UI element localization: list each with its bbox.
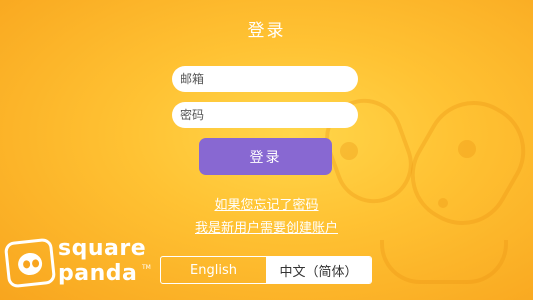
email-field[interactable] bbox=[172, 66, 358, 92]
language-switch: English 中文（简体） bbox=[160, 256, 372, 284]
square-panda-logo: square panda TM bbox=[3, 236, 158, 292]
logo-line-2: panda bbox=[58, 261, 138, 286]
language-option-english[interactable]: English bbox=[161, 257, 266, 283]
password-field[interactable] bbox=[172, 102, 358, 128]
trademark-mark: TM bbox=[142, 264, 151, 271]
decorative-dot bbox=[458, 140, 476, 158]
decorative-dot bbox=[340, 142, 358, 160]
forgot-password-link[interactable]: 如果您忘记了密码 bbox=[0, 194, 533, 213]
language-option-chinese[interactable]: 中文（简体） bbox=[266, 257, 371, 283]
panda-icon bbox=[3, 237, 57, 289]
page-title: 登录 bbox=[247, 21, 286, 41]
create-account-link[interactable]: 我是新用户需要创建账户 bbox=[0, 217, 533, 236]
decorative-panda-mouth bbox=[380, 240, 508, 284]
logo-wordmark: square panda bbox=[58, 236, 146, 286]
logo-line-1: square bbox=[58, 236, 147, 261]
login-button[interactable]: 登录 bbox=[199, 138, 332, 175]
